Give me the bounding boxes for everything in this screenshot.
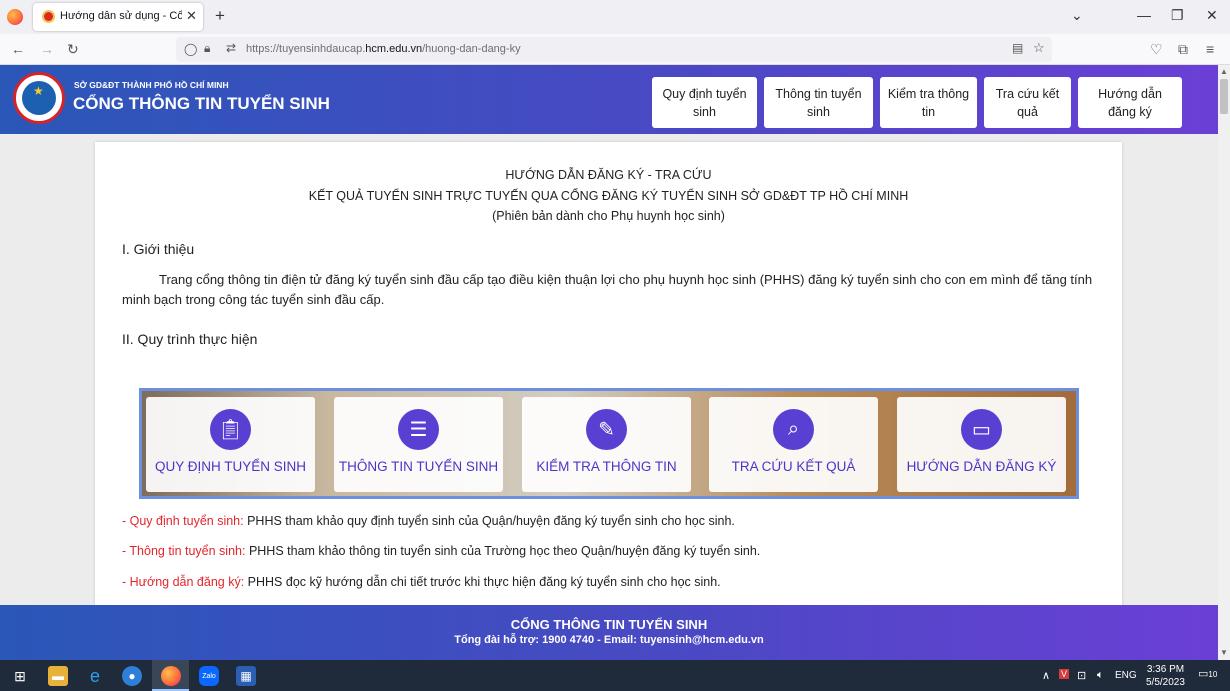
note-quy-dinh: - Quy định tuyển sinh: PHHS tham khảo qu… [122, 514, 735, 528]
footer-contact: Tổng đài hỗ trợ: 1900 4740 - Email: tuye… [454, 634, 764, 646]
restore-icon[interactable]: ❐ [1171, 7, 1184, 24]
permissions-icon[interactable]: ⇄ [226, 41, 236, 55]
note-key: - Hướng dẫn đăng ký: [122, 575, 245, 589]
pocket-icon[interactable]: ♡ [1150, 41, 1163, 58]
firefox-icon[interactable] [7, 9, 23, 25]
browser-nav-bar: ← → ↻ ◯ 🔒︎ ⇄ https://tuyensinhdaucap.hcm… [0, 34, 1230, 65]
department-logo[interactable]: ★ [13, 72, 65, 124]
language-indicator[interactable]: ENG [1115, 670, 1137, 681]
scroll-thumb[interactable] [1220, 79, 1228, 114]
section-heading-process: II. Quy trình thực hiện [122, 331, 258, 347]
step-label: QUY ĐỊNH TUYỂN SINH [154, 459, 307, 474]
network-icon[interactable]: ⊡ [1077, 669, 1086, 682]
scroll-down-icon[interactable]: ▼ [1220, 648, 1228, 657]
step-thong-tin-tuyen-sinh[interactable]: ☰ THÔNG TIN TUYỂN SINH [334, 397, 503, 492]
site-footer: CỔNG THÔNG TIN TUYỂN SINH Tổng đài hỗ tr… [0, 605, 1218, 660]
page-scrollbar[interactable]: ▲ ▼ [1218, 65, 1230, 660]
volume-icon[interactable]: 🔈︎ [1097, 669, 1104, 682]
search-document-icon: ⌕ [773, 409, 814, 450]
window-close-icon[interactable]: ✕ [1206, 7, 1218, 24]
minimize-icon[interactable]: — [1137, 7, 1151, 23]
browser-tab-bar: Hướng dẫn sử dụng - Cổng thông tin ✕ + ⌄… [0, 0, 1230, 34]
process-banner: 📋︎ QUY ĐỊNH TUYỂN SINH ☰ THÔNG TIN TUYỂN… [139, 388, 1079, 499]
laptop-icon: ▭ [961, 409, 1002, 450]
section-heading-intro: I. Giới thiệu [122, 241, 195, 257]
shield-icon[interactable]: ◯ [184, 42, 197, 56]
note-thong-tin: - Thông tin tuyển sinh: PHHS tham khảo t… [122, 544, 760, 558]
menu-icon[interactable]: ≡ [1206, 41, 1214, 57]
star-icon: ★ [33, 84, 44, 98]
note-text: PHHS tham khảo thông tin tuyển sinh của … [245, 544, 761, 558]
step-label: HƯỚNG DẪN ĐĂNG KÝ [906, 459, 1057, 474]
url-bar[interactable]: ◯ 🔒︎ ⇄ https://tuyensinhdaucap.hcm.edu.v… [176, 37, 1052, 62]
extensions-icon[interactable]: ⧉ [1178, 41, 1188, 58]
note-huong-dan: - Hướng dẫn đăng ký: PHHS đọc kỹ hướng d… [122, 575, 721, 589]
step-quy-dinh-tuyen-sinh[interactable]: 📋︎ QUY ĐỊNH TUYỂN SINH [146, 397, 315, 492]
site-favicon-icon [42, 10, 55, 23]
nav-thong-tin-tuyen-sinh[interactable]: Thông tin tuyển sinh [764, 77, 873, 128]
lock-icon[interactable]: 🔒︎ [204, 41, 210, 56]
reader-view-icon[interactable]: ▤ [1012, 41, 1023, 55]
step-tra-cuu-ket-qua[interactable]: ⌕ TRA CỨU KẾT QUẢ [709, 397, 878, 492]
zalo-icon[interactable]: Zalo [199, 666, 219, 686]
note-text: PHHS đọc kỹ hướng dẫn chi tiết trước khi… [244, 575, 721, 589]
new-tab-icon[interactable]: + [215, 6, 225, 26]
notification-count: 10 [1208, 670, 1218, 679]
site-header: ★ SỞ GD&ĐT THÀNH PHỐ HỒ CHÍ MINH CỔNG TH… [0, 65, 1218, 134]
windows-taskbar: ⊞ ▬ e ● Zalo ▦ ∧ V ⊡ 🔈︎ ENG 3:36 PM 5/5/… [0, 660, 1230, 691]
note-key: - Quy định tuyển sinh: [122, 514, 244, 528]
tray-app-icon[interactable]: V [1059, 669, 1070, 679]
org-title[interactable]: CỔNG THÔNG TIN TUYỂN SINH [73, 94, 330, 114]
step-kiem-tra-thong-tin[interactable]: ✎ KIỂM TRA THÔNG TIN [522, 397, 691, 492]
app-window-icon[interactable]: ▦ [236, 666, 256, 686]
chrome-icon[interactable]: ● [122, 666, 142, 686]
reload-icon[interactable]: ↻ [67, 41, 79, 58]
note-text: PHHS tham khảo quy định tuyển sinh của Q… [243, 514, 735, 528]
clock-date: 5/5/2023 [1146, 677, 1185, 688]
notepad-icon: ☰ [398, 409, 439, 450]
file-explorer-icon[interactable]: ▬ [48, 666, 68, 686]
clipboard-check-icon: 📋︎ [210, 409, 251, 450]
list-tabs-icon[interactable]: ⌄ [1071, 7, 1083, 24]
forward-icon[interactable]: → [40, 41, 54, 57]
content-card: HƯỚNG DẪN ĐĂNG KÝ - TRA CỨU KẾT QUẢ TUYỂ… [95, 142, 1122, 612]
close-tab-icon[interactable]: ✕ [186, 8, 197, 24]
browser-tab[interactable]: Hướng dẫn sử dụng - Cổng thông tin ✕ [33, 3, 203, 31]
system-clock[interactable]: 3:36 PM 5/5/2023 [1146, 663, 1185, 689]
nav-huong-dan-dang-ky[interactable]: Hướng dẫn đăng ký [1078, 77, 1182, 128]
tab-title: Hướng dẫn sử dụng - Cổng thông tin [60, 10, 182, 22]
org-subtitle: SỞ GD&ĐT THÀNH PHỐ HỒ CHÍ MINH [74, 80, 229, 90]
url-text[interactable]: https://tuyensinhdaucap.hcm.edu.vn/huong… [246, 43, 521, 55]
step-label: THÔNG TIN TUYỂN SINH [338, 459, 499, 474]
internet-explorer-icon[interactable]: e [85, 666, 105, 686]
logo-emblem: ★ [22, 81, 56, 115]
nav-tra-cuu-ket-qua[interactable]: Tra cứu kết quả [984, 77, 1071, 128]
edit-document-icon: ✎ [586, 409, 627, 450]
page-audience-note: (Phiên bản dành cho Phụ huynh học sinh) [492, 209, 725, 223]
step-label: KIỂM TRA THÔNG TIN [536, 459, 677, 474]
bookmark-star-icon[interactable]: ☆ [1033, 40, 1045, 56]
step-huong-dan-dang-ky[interactable]: ▭ HƯỚNG DẪN ĐĂNG KÝ [897, 397, 1066, 492]
windows-start-icon[interactable]: ⊞ [10, 666, 30, 686]
nav-quy-dinh-tuyen-sinh[interactable]: Quy định tuyển sinh [652, 77, 757, 128]
note-key: - Thông tin tuyển sinh: [122, 544, 246, 558]
tray-chevron-icon[interactable]: ∧ [1042, 669, 1050, 682]
clock-time: 3:36 PM [1146, 664, 1185, 675]
notification-icon[interactable]: ▭10 [1198, 667, 1217, 680]
page-title: HƯỚNG DẪN ĐĂNG KÝ - TRA CỨU [505, 168, 712, 182]
step-label: TRA CỨU KẾT QUẢ [731, 459, 856, 474]
footer-title: CỔNG THÔNG TIN TUYỂN SINH [510, 617, 708, 632]
back-icon[interactable]: ← [11, 41, 25, 57]
firefox-taskbar-icon[interactable] [161, 666, 181, 686]
scroll-up-icon[interactable]: ▲ [1220, 67, 1228, 76]
nav-kiem-tra-thong-tin[interactable]: Kiểm tra thông tin [880, 77, 977, 128]
page-subtitle: KẾT QUẢ TUYỂN SINH TRỰC TUYẾN QUA CỔNG Đ… [308, 189, 909, 203]
intro-paragraph: Trang cổng thông tin điện tử đăng ký tuy… [122, 272, 1093, 307]
